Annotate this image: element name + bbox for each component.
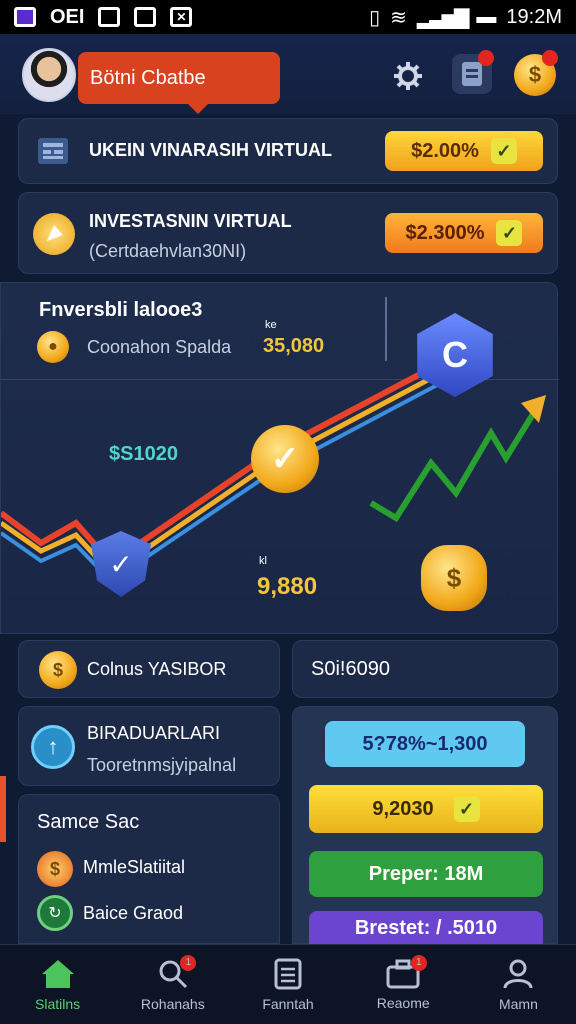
amount-pill[interactable]: 9,2030 ✓ — [309, 785, 543, 833]
user-name-bubble[interactable]: Bötni Cbatbe — [78, 52, 280, 114]
coins-label: Colnus YASIBOR — [87, 659, 227, 679]
chart-value-mid: $S1020 — [109, 443, 178, 465]
coins-value: S0i!6090 — [311, 658, 390, 680]
card2-title: INVESTASNIN VIRTUAL — [89, 211, 292, 231]
user-icon — [503, 959, 533, 988]
avatar[interactable] — [22, 48, 76, 102]
summary-item-label: MmleSlatiital — [83, 857, 186, 877]
check-icon: ✓ — [496, 220, 523, 246]
battery-icon: ▬ — [476, 5, 497, 28]
nav-item-briefcase[interactable]: 1 Reaome — [346, 945, 461, 1024]
summary-item-label: Baice Graod — [83, 903, 184, 923]
graduates-card[interactable]: ↑ BIRADUARLARI Tooretnmsjyipalnal — [18, 706, 280, 786]
user-name: Bötni Cbatbe — [90, 66, 206, 89]
coins-bonus-card[interactable]: $ Colnus YASIBOR — [18, 640, 280, 698]
wallet-badge — [542, 50, 558, 66]
status-bar: OEI ✕ ▯ ≋ ▂▃▅▇ ▬ 19:2M — [0, 0, 576, 34]
nav-item-document[interactable]: Fanntah — [230, 945, 345, 1024]
refresh-icon: ↻ — [37, 895, 73, 931]
card1-amount: $2.00% — [411, 139, 479, 162]
amount-pill-text: 9,2030 — [372, 797, 434, 820]
check-coin-icon: ✓ — [251, 425, 319, 493]
nav-label: Slatilns — [35, 995, 81, 1012]
graduates-subtitle: Tooretnmsjyipalnal — [87, 755, 237, 775]
coin-icon: $ — [39, 651, 77, 689]
status-left-text: OEI — [50, 5, 85, 28]
check-icon: ✓ — [453, 796, 480, 822]
bottom-navigation: Slatilns 1 Rohanahs Fanntah 1 Reaome Mam… — [0, 944, 576, 1024]
investment-chart-panel: Fnversbli lalooe3 ● Coonahon Spalda ke 3… — [0, 282, 559, 634]
coin-stack-icon: $ — [421, 545, 487, 611]
scroll-indicator — [0, 776, 6, 842]
bonus-button-label: Brestet: / .5010 — [354, 916, 498, 939]
card1-title: UKEIN VINARASIH VIRTUAL — [89, 140, 333, 160]
prepare-button-label: Preper: 18M — [368, 862, 484, 885]
notifications-button[interactable] — [452, 50, 494, 94]
coin-icon: $ — [528, 62, 542, 87]
virtual-account-card[interactable]: UKEIN VINARASIH VIRTUAL $2.00% ✓ — [18, 118, 558, 184]
nav-label: Rohanahs — [140, 995, 205, 1012]
arrow-up-icon: ↑ — [31, 725, 75, 769]
graduates-title: BIRADUARLARI — [87, 723, 221, 743]
rate-pill[interactable]: 5?78%~1,300 — [325, 721, 525, 767]
wallet-button[interactable]: $ — [514, 50, 558, 96]
investment-card[interactable]: INVESTASNIN VIRTUAL (Certdaehvlan30NI) $… — [18, 192, 558, 274]
settings-button[interactable] — [388, 56, 428, 96]
document-icon — [38, 138, 68, 164]
card2-amount: $2.300% — [405, 221, 485, 244]
notification-badge — [478, 50, 494, 66]
app-icon — [14, 7, 36, 27]
gear-icon — [394, 62, 422, 90]
signal-icon: ▂▃▅▇ — [416, 6, 470, 29]
prepare-button[interactable]: Preper: 18M — [309, 851, 543, 897]
nav-badge: 1 — [180, 955, 197, 971]
summary-title: Samce Sac — [37, 811, 140, 833]
card2-subtitle: (Certdaehvlan30NI) — [89, 241, 247, 261]
nav-label: Mamn — [498, 995, 538, 1012]
wifi-icon: ≋ — [390, 6, 407, 29]
card1-amount-pill[interactable]: $2.00% ✓ — [385, 131, 543, 171]
square-icon — [134, 7, 157, 27]
shield-icon — [33, 213, 75, 255]
vibrate-icon: ▯ — [369, 6, 381, 29]
check-icon: ✓ — [490, 138, 517, 164]
card2-amount-pill[interactable]: $2.300% ✓ — [385, 213, 543, 253]
chart-value-2: 9,880 — [257, 573, 318, 600]
nav-item-profile[interactable]: Mamn — [461, 945, 576, 1024]
mail-icon — [98, 7, 121, 27]
bonus-button[interactable]: Brestet: / .5010 — [309, 911, 543, 945]
summary-card: Samce Sac $ MmleSlatiital ↻ Baice Graod — [18, 794, 280, 944]
nav-item-status[interactable]: Slatilns — [0, 945, 115, 1024]
status-time: 19:2M — [506, 5, 562, 28]
actions-panel: 5?78%~1,300 9,2030 ✓ Preper: 18M Brestet… — [292, 706, 558, 945]
close-icon: ✕ — [170, 7, 193, 27]
nav-label: Reaome — [376, 994, 430, 1011]
document-icon — [274, 958, 302, 989]
nav-item-search[interactable]: 1 Rohanahs — [115, 945, 230, 1024]
chart-small-label-2: kl — [259, 555, 267, 567]
nav-label: Fanntah — [262, 995, 314, 1012]
nav-badge: 1 — [410, 955, 427, 971]
home-icon — [41, 959, 74, 988]
rate-pill-text: 5?78%~1,300 — [362, 732, 488, 755]
coins-value-card: S0i!6090 — [292, 640, 558, 698]
dollar-icon: $ — [37, 851, 73, 887]
